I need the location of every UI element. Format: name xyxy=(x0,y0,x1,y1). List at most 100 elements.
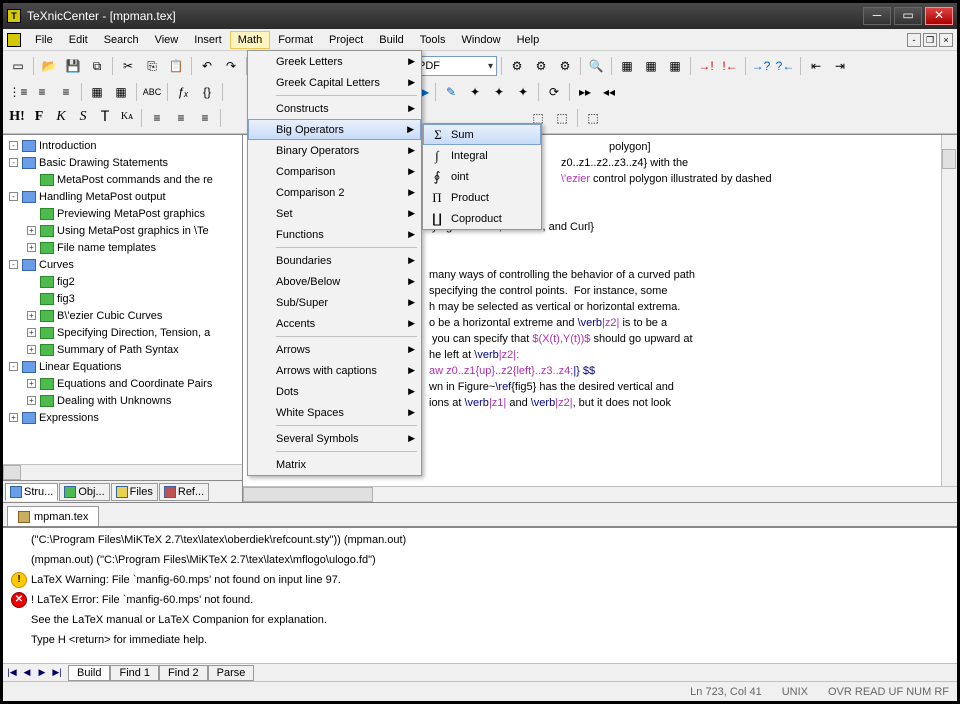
minimize-button[interactable]: ─ xyxy=(863,7,891,25)
menu-help[interactable]: Help xyxy=(509,31,548,49)
outtab-find2[interactable]: Find 2 xyxy=(159,665,208,681)
menu-window[interactable]: Window xyxy=(453,31,508,49)
tt-button[interactable]: T xyxy=(95,108,115,128)
paste-icon[interactable]: 📋 xyxy=(165,55,187,77)
new-project-icon[interactable]: ▭ xyxy=(7,55,29,77)
math-menu-item[interactable]: Constructs▶ xyxy=(248,98,421,119)
math-menu-item[interactable]: Dots▶ xyxy=(248,381,421,402)
build-output[interactable]: ("C:\Program Files\MiKTeX 2.7\tex\latex\… xyxy=(3,528,957,663)
tree-node[interactable]: fig2 xyxy=(5,273,240,290)
target-combo[interactable]: PDF xyxy=(413,56,497,76)
help-prev-icon[interactable]: ?← xyxy=(774,55,796,77)
submenu-item[interactable]: ΠProduct xyxy=(423,187,541,208)
err-next-icon[interactable]: →! xyxy=(695,55,717,77)
editor-hscroll[interactable] xyxy=(243,486,957,502)
menu-insert[interactable]: Insert xyxy=(186,31,230,49)
cut-icon[interactable]: ✂ xyxy=(117,55,139,77)
list-ul-icon[interactable]: ⋮≡ xyxy=(7,81,29,103)
err-prev-icon[interactable]: !← xyxy=(719,55,741,77)
menu-search[interactable]: Search xyxy=(96,31,147,49)
tree-node[interactable]: +Dealing with Unknowns xyxy=(5,392,240,409)
math-menu-item[interactable]: Set▶ xyxy=(248,203,421,224)
math-menu-item[interactable]: White Spaces▶ xyxy=(248,402,421,423)
math-menu-item[interactable]: Big Operators▶ xyxy=(248,119,421,140)
math-menu-item[interactable]: Accents▶ xyxy=(248,313,421,334)
sym2-icon[interactable]: ⬚ xyxy=(551,107,573,129)
view-output-icon[interactable]: 🔍 xyxy=(585,55,607,77)
math-menu-item[interactable]: Arrows with captions▶ xyxy=(248,360,421,381)
tree-node[interactable]: -Linear Equations xyxy=(5,358,240,375)
outtab-build[interactable]: Build xyxy=(68,665,110,681)
out-last-button[interactable]: ▶| xyxy=(50,666,64,680)
menu-project[interactable]: Project xyxy=(321,31,371,49)
math-menu-item[interactable]: Functions▶ xyxy=(248,224,421,245)
align-center-icon[interactable]: ≡ xyxy=(170,107,192,129)
structure-tree[interactable]: -Introduction-Basic Drawing StatementsMe… xyxy=(3,135,242,464)
tab-structure[interactable]: Stru... xyxy=(5,483,58,501)
ff-icon[interactable]: ▸▸ xyxy=(574,81,596,103)
mdi-close-button[interactable]: × xyxy=(939,33,953,47)
sc-button[interactable]: Kᴀ xyxy=(117,108,137,128)
refresh-icon[interactable]: ⟳ xyxy=(543,81,565,103)
tree-node[interactable]: +Equations and Coordinate Pairs xyxy=(5,375,240,392)
bold2-button[interactable]: F xyxy=(29,108,49,128)
math-menu-item[interactable]: Arrows▶ xyxy=(248,339,421,360)
tree-node[interactable]: fig3 xyxy=(5,290,240,307)
save-icon[interactable]: 💾 xyxy=(62,55,84,77)
math-menu-item[interactable]: Comparison 2▶ xyxy=(248,182,421,203)
submenu-item[interactable]: ∐Coproduct xyxy=(423,208,541,229)
tool2-icon[interactable]: ▦ xyxy=(640,55,662,77)
tab-files[interactable]: Files xyxy=(111,483,158,501)
wand1-icon[interactable]: ✦ xyxy=(464,81,486,103)
tree-node[interactable]: -Handling MetaPost output xyxy=(5,188,240,205)
tool1-icon[interactable]: ▦ xyxy=(616,55,638,77)
tree-node[interactable]: -Basic Drawing Statements xyxy=(5,154,240,171)
mdi-min-button[interactable]: - xyxy=(907,33,921,47)
fx-icon[interactable]: ƒₓ xyxy=(172,81,194,103)
tab-references[interactable]: Ref... xyxy=(159,483,209,501)
pen-icon[interactable]: ✎ xyxy=(440,81,462,103)
submenu-item[interactable]: ∫Integral xyxy=(423,145,541,166)
align-right-icon[interactable]: ≡ xyxy=(194,107,216,129)
tree-node[interactable]: +File name templates xyxy=(5,239,240,256)
mdi-restore-button[interactable]: ❐ xyxy=(923,33,937,47)
rw-icon[interactable]: ◂◂ xyxy=(598,81,620,103)
list-ol-icon[interactable]: ≡ xyxy=(31,81,53,103)
menu-tools[interactable]: Tools xyxy=(412,31,454,49)
math-menu-item[interactable]: Greek Letters▶ xyxy=(248,51,421,72)
submenu-item[interactable]: ΣSum xyxy=(423,124,541,145)
align-left-icon[interactable]: ≡ xyxy=(146,107,168,129)
build-icon[interactable]: ⚙ xyxy=(506,55,528,77)
outtab-parse[interactable]: Parse xyxy=(208,665,255,681)
submenu-item[interactable]: ∮oint xyxy=(423,166,541,187)
tree-node[interactable]: +Using MetaPost graphics in \Te xyxy=(5,222,240,239)
tree-node[interactable]: +Expressions xyxy=(5,409,240,426)
tree-node[interactable]: Previewing MetaPost graphics xyxy=(5,205,240,222)
bold-button[interactable]: H! xyxy=(7,108,27,128)
menu-file[interactable]: File xyxy=(27,31,61,49)
table2-icon[interactable]: ▦ xyxy=(110,81,132,103)
doc-tab-mpman[interactable]: mpman.tex xyxy=(7,506,99,526)
tree-node[interactable]: +Specifying Direction, Tension, a xyxy=(5,324,240,341)
abc-icon[interactable]: ABC xyxy=(141,81,163,103)
math-menu-item[interactable]: Comparison▶ xyxy=(248,161,421,182)
buildall-icon[interactable]: ⚙ xyxy=(554,55,576,77)
open-icon[interactable]: 📂 xyxy=(38,55,60,77)
close-button[interactable]: ✕ xyxy=(925,7,953,25)
tree-node[interactable]: +Summary of Path Syntax xyxy=(5,341,240,358)
math-menu-item[interactable]: Greek Capital Letters▶ xyxy=(248,72,421,93)
math-menu-item[interactable]: Matrix xyxy=(248,454,421,475)
menu-math[interactable]: Math xyxy=(230,31,270,49)
menu-view[interactable]: View xyxy=(147,31,187,49)
out-prev-button[interactable]: ◀ xyxy=(20,666,34,680)
slant-button[interactable]: S xyxy=(73,108,93,128)
list-desc-icon[interactable]: ≡ xyxy=(55,81,77,103)
wand3-icon[interactable]: ✦ xyxy=(512,81,534,103)
tab-objects[interactable]: Obj... xyxy=(59,483,109,501)
math-menu-item[interactable]: Boundaries▶ xyxy=(248,250,421,271)
table-icon[interactable]: ▦ xyxy=(86,81,108,103)
tree-hscroll[interactable] xyxy=(3,464,242,480)
wand2-icon[interactable]: ✦ xyxy=(488,81,510,103)
math-menu-item[interactable]: Sub/Super▶ xyxy=(248,292,421,313)
menu-build[interactable]: Build xyxy=(371,31,411,49)
